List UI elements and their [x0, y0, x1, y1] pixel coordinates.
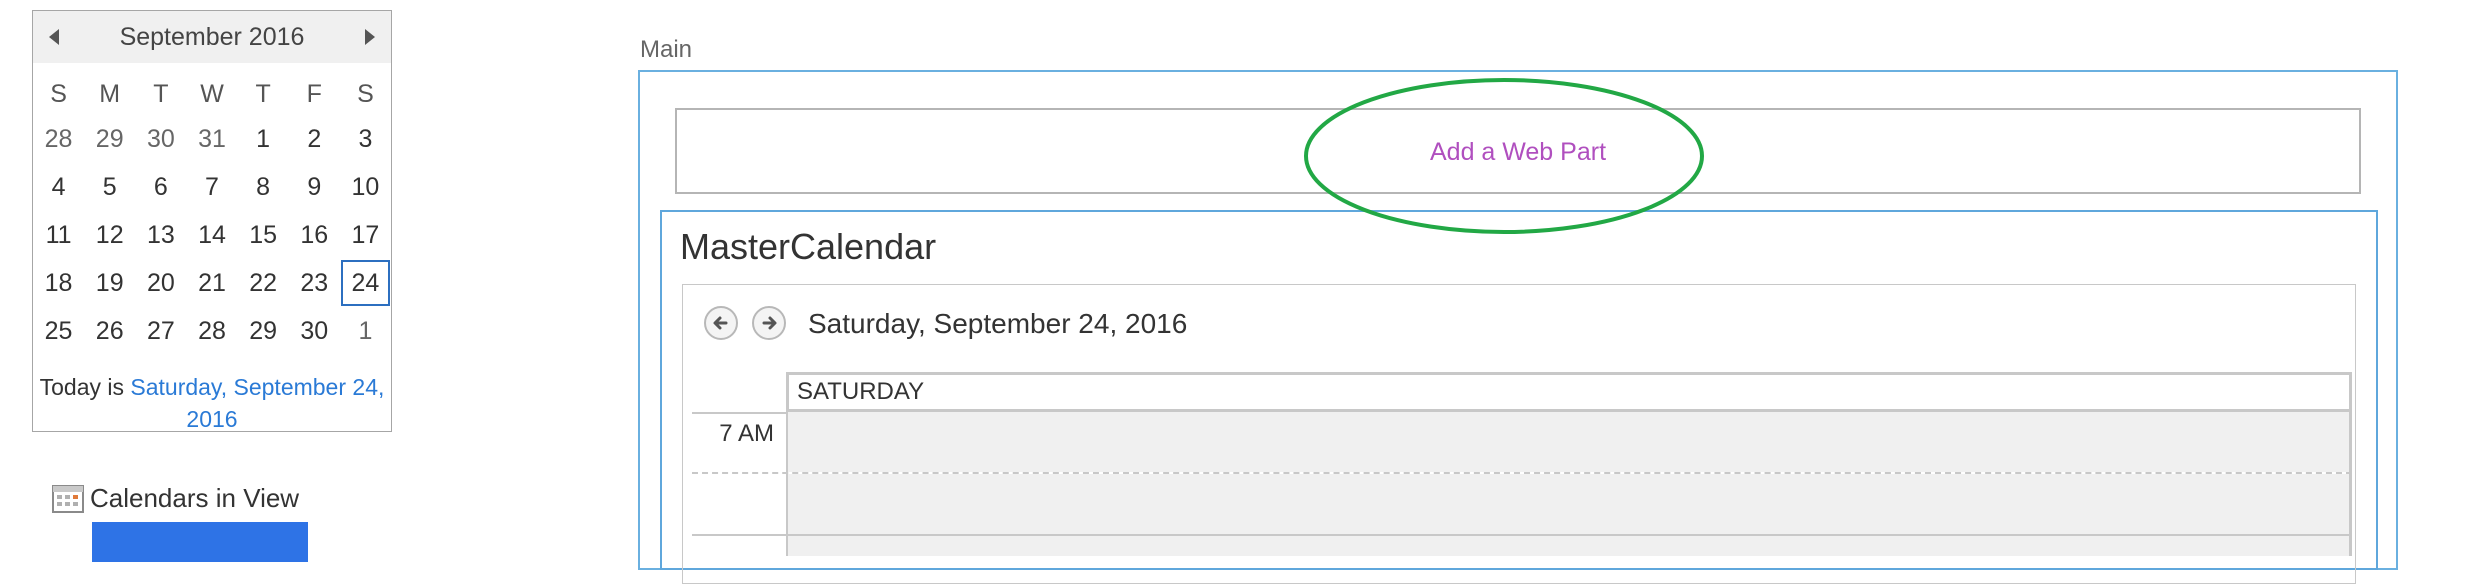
day-cell[interactable]: 3 [340, 115, 391, 163]
weekday-header: M [99, 79, 121, 108]
day-cell[interactable]: 24 [340, 259, 391, 307]
day-cell[interactable]: 2 [289, 115, 340, 163]
weekday-header: W [200, 79, 224, 108]
day-cell[interactable]: 25 [33, 307, 84, 355]
day-cell[interactable]: 10 [340, 163, 391, 211]
day-cell[interactable]: 30 [135, 115, 186, 163]
day-cell[interactable]: 16 [289, 211, 340, 259]
next-day-button[interactable] [752, 306, 786, 340]
month-title: September 2016 [119, 23, 305, 51]
previous-day-button[interactable] [704, 306, 738, 340]
next-month-icon[interactable] [365, 29, 375, 45]
day-cell[interactable]: 18 [33, 259, 84, 307]
weekday-header: S [357, 79, 374, 108]
day-cell[interactable]: 1 [340, 307, 391, 355]
week-row: 18 19 20 21 22 23 24 [33, 259, 391, 307]
calendar-grid-icon [52, 483, 84, 513]
week-row: 28 29 30 31 1 2 3 [33, 115, 391, 163]
day-column-header: SATURDAY [786, 372, 2352, 412]
day-cell[interactable]: 7 [186, 163, 237, 211]
day-cell[interactable]: 19 [84, 259, 135, 307]
date-picker: September 2016 SMTWTFS 28 29 30 31 1 2 3 4 5 6 7 8 9… [32, 10, 392, 432]
day-cell[interactable]: 4 [33, 163, 84, 211]
day-cell[interactable]: 30 [289, 307, 340, 355]
today-link[interactable]: Saturday, September 24, 2016 [130, 374, 384, 432]
add-web-part-box[interactable]: Add a Web Part [675, 108, 2361, 194]
day-cell[interactable]: 26 [84, 307, 135, 355]
day-cell[interactable]: 28 [186, 307, 237, 355]
day-cell[interactable]: 27 [135, 307, 186, 355]
week-row: 4 5 6 7 8 9 10 [33, 163, 391, 211]
current-date-title: Saturday, September 24, 2016 [808, 308, 1188, 339]
calendar-grid: SMTWTFS 28 29 30 31 1 2 3 4 5 6 7 8 9 10 11 12 13 14 15 16 1… [33, 73, 391, 355]
day-cell[interactable]: 17 [340, 211, 391, 259]
calendars-in-view-label: Calendars in View [90, 482, 300, 513]
day-cell[interactable]: 1 [238, 115, 289, 163]
time-column-divider [692, 412, 786, 414]
day-cell[interactable]: 15 [238, 211, 289, 259]
time-slot[interactable] [786, 474, 2352, 534]
day-cell[interactable]: 9 [289, 163, 340, 211]
today-prefix: Today is [39, 374, 124, 400]
day-cell[interactable]: 11 [33, 211, 84, 259]
weekday-header: T [255, 79, 271, 108]
calendar-list-item-selected[interactable] [92, 522, 308, 562]
day-cell[interactable]: 12 [84, 211, 135, 259]
time-slot[interactable] [786, 412, 2352, 472]
day-cell[interactable]: 29 [238, 307, 289, 355]
web-part-title[interactable]: MasterCalendar [680, 226, 936, 268]
weeks-body: 28 29 30 31 1 2 3 4 5 6 7 8 9 10 11 12 13 14 15 16 17 18 19 20 2… [33, 115, 391, 355]
add-web-part-link[interactable]: Add a Web Part [677, 110, 2359, 192]
day-cell[interactable]: 14 [186, 211, 237, 259]
arrow-left-icon [713, 316, 728, 330]
weekday-header: S [50, 79, 67, 108]
today-line: Today is Saturday, September 24, 2016 [33, 371, 391, 435]
day-cell[interactable]: 20 [135, 259, 186, 307]
arrow-right-icon [762, 316, 777, 330]
week-row: 11 12 13 14 15 16 17 [33, 211, 391, 259]
day-cell[interactable]: 5 [84, 163, 135, 211]
day-cell[interactable]: 13 [135, 211, 186, 259]
day-cell[interactable]: 6 [135, 163, 186, 211]
weekday-header: F [306, 79, 322, 108]
calendars-in-view: Calendars in View [52, 478, 299, 518]
time-label-7am: 7 AM [719, 420, 774, 447]
weekday-header: T [153, 79, 169, 108]
day-cell[interactable]: 22 [238, 259, 289, 307]
day-cell[interactable]: 8 [238, 163, 289, 211]
day-cell[interactable]: 23 [289, 259, 340, 307]
day-cell[interactable]: 31 [186, 115, 237, 163]
day-cell[interactable]: 21 [186, 259, 237, 307]
week-row: 25 26 27 28 29 30 1 [33, 307, 391, 355]
weekday-row: SMTWTFS [33, 73, 391, 115]
zone-label: Main [640, 36, 693, 63]
day-cell[interactable]: 28 [33, 115, 84, 163]
time-slot[interactable] [786, 536, 2352, 556]
day-cell[interactable]: 29 [84, 115, 135, 163]
